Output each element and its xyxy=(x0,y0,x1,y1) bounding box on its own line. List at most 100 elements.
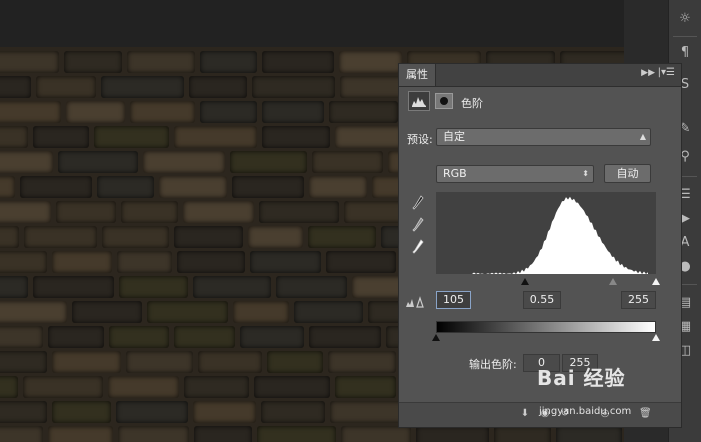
brick xyxy=(312,151,383,173)
brick xyxy=(262,126,330,148)
brick xyxy=(335,126,403,148)
brick xyxy=(328,351,396,373)
brick xyxy=(294,301,363,323)
brick xyxy=(262,51,334,73)
brick xyxy=(0,226,19,248)
brick xyxy=(0,426,43,442)
brick xyxy=(198,351,262,373)
tab-properties[interactable]: 属性 xyxy=(399,64,436,86)
brick xyxy=(102,226,169,248)
brick xyxy=(0,351,47,373)
input-gamma-slider-handle[interactable] xyxy=(609,278,617,285)
brick xyxy=(94,126,169,148)
watermark-url: jingyan.baidu.com xyxy=(539,406,632,417)
brick xyxy=(126,351,193,373)
preset-label: 预设: xyxy=(407,133,433,146)
brick xyxy=(174,326,235,348)
brick xyxy=(261,401,325,423)
preset-dropdown[interactable]: 自定 ▲ xyxy=(436,128,651,146)
brick xyxy=(0,51,59,73)
brick xyxy=(252,76,335,98)
brick xyxy=(233,301,289,323)
layer-mask-icon[interactable] xyxy=(435,93,453,109)
input-levels-slider[interactable] xyxy=(436,278,660,286)
brick xyxy=(130,101,195,123)
output-levels-label: 输出色阶: xyxy=(469,358,517,371)
brick xyxy=(108,376,179,398)
brick xyxy=(177,251,245,273)
brick xyxy=(159,176,227,198)
levels-histogram xyxy=(436,192,656,274)
brick xyxy=(184,376,249,398)
black-point-eyedropper-icon[interactable] xyxy=(412,195,424,211)
brick xyxy=(58,151,138,173)
histogram-shape xyxy=(472,196,648,274)
brick xyxy=(339,51,402,73)
white-point-eyedropper-icon[interactable] xyxy=(412,239,424,255)
brick xyxy=(119,276,188,298)
brick xyxy=(66,101,125,123)
panel-title: 色阶 xyxy=(461,97,483,110)
brick xyxy=(48,426,113,442)
brick xyxy=(52,351,121,373)
brick xyxy=(174,126,257,148)
updown-arrow-icon: ▲ xyxy=(639,132,646,141)
brick xyxy=(248,226,303,248)
brick xyxy=(200,101,257,123)
brick xyxy=(48,326,104,348)
watermark: Bai 经验 jingyan.baidu.com xyxy=(527,362,657,432)
brick xyxy=(121,201,178,223)
brick xyxy=(0,401,47,423)
brick xyxy=(116,401,188,423)
brick xyxy=(0,126,28,148)
brick xyxy=(0,101,61,123)
updown-arrow-icon: ⬍ xyxy=(582,169,589,178)
brick xyxy=(0,326,43,348)
input-black-slider-handle[interactable] xyxy=(521,278,529,285)
levels-histogram-icon[interactable] xyxy=(408,91,430,111)
paragraph-icon[interactable]: ¶ xyxy=(675,44,695,62)
watermark-logo: Bai 经验 xyxy=(537,366,626,390)
brick xyxy=(262,101,324,123)
brick xyxy=(52,251,112,273)
clipping-warning-icon[interactable] xyxy=(405,296,425,308)
brick xyxy=(72,301,142,323)
brick xyxy=(0,176,15,198)
brick xyxy=(335,376,396,398)
brick xyxy=(416,426,489,442)
input-white-slider-handle[interactable] xyxy=(652,278,660,285)
brick xyxy=(56,201,116,223)
output-white-slider-handle[interactable] xyxy=(652,334,660,341)
brick xyxy=(20,176,92,198)
brick xyxy=(118,426,189,442)
brick xyxy=(309,176,367,198)
brick xyxy=(33,276,114,298)
brick xyxy=(250,251,321,273)
brightness-icon[interactable]: ☼ xyxy=(675,10,695,28)
input-black-field[interactable]: 105 xyxy=(436,291,471,309)
brick xyxy=(109,326,169,348)
brick xyxy=(174,226,243,248)
brick xyxy=(309,326,381,348)
double-chevron-right-icon[interactable]: ▶▶ xyxy=(641,68,655,78)
brick xyxy=(0,201,51,223)
output-levels-slider[interactable] xyxy=(432,334,660,342)
brick xyxy=(193,401,256,423)
brick xyxy=(64,51,122,73)
brick xyxy=(189,76,247,98)
preset-value: 自定 xyxy=(443,130,465,143)
panel-tab-bar: 属性 ▶▶ |▾☰ xyxy=(399,64,681,87)
gray-point-eyedropper-icon[interactable] xyxy=(412,217,424,233)
brick xyxy=(33,126,89,148)
auto-button[interactable]: 自动 xyxy=(604,164,651,183)
brick xyxy=(0,151,53,173)
input-gamma-field[interactable]: 0.55 xyxy=(523,291,561,309)
panel-menu-icon[interactable]: |▾☰ xyxy=(658,67,675,78)
brick xyxy=(127,51,195,73)
brick xyxy=(52,401,111,423)
channel-dropdown[interactable]: RGB ⬍ xyxy=(436,165,594,183)
output-black-slider-handle[interactable] xyxy=(432,334,440,341)
brick xyxy=(341,426,411,442)
output-gradient-bar xyxy=(436,321,656,333)
input-white-field[interactable]: 255 xyxy=(621,291,656,309)
